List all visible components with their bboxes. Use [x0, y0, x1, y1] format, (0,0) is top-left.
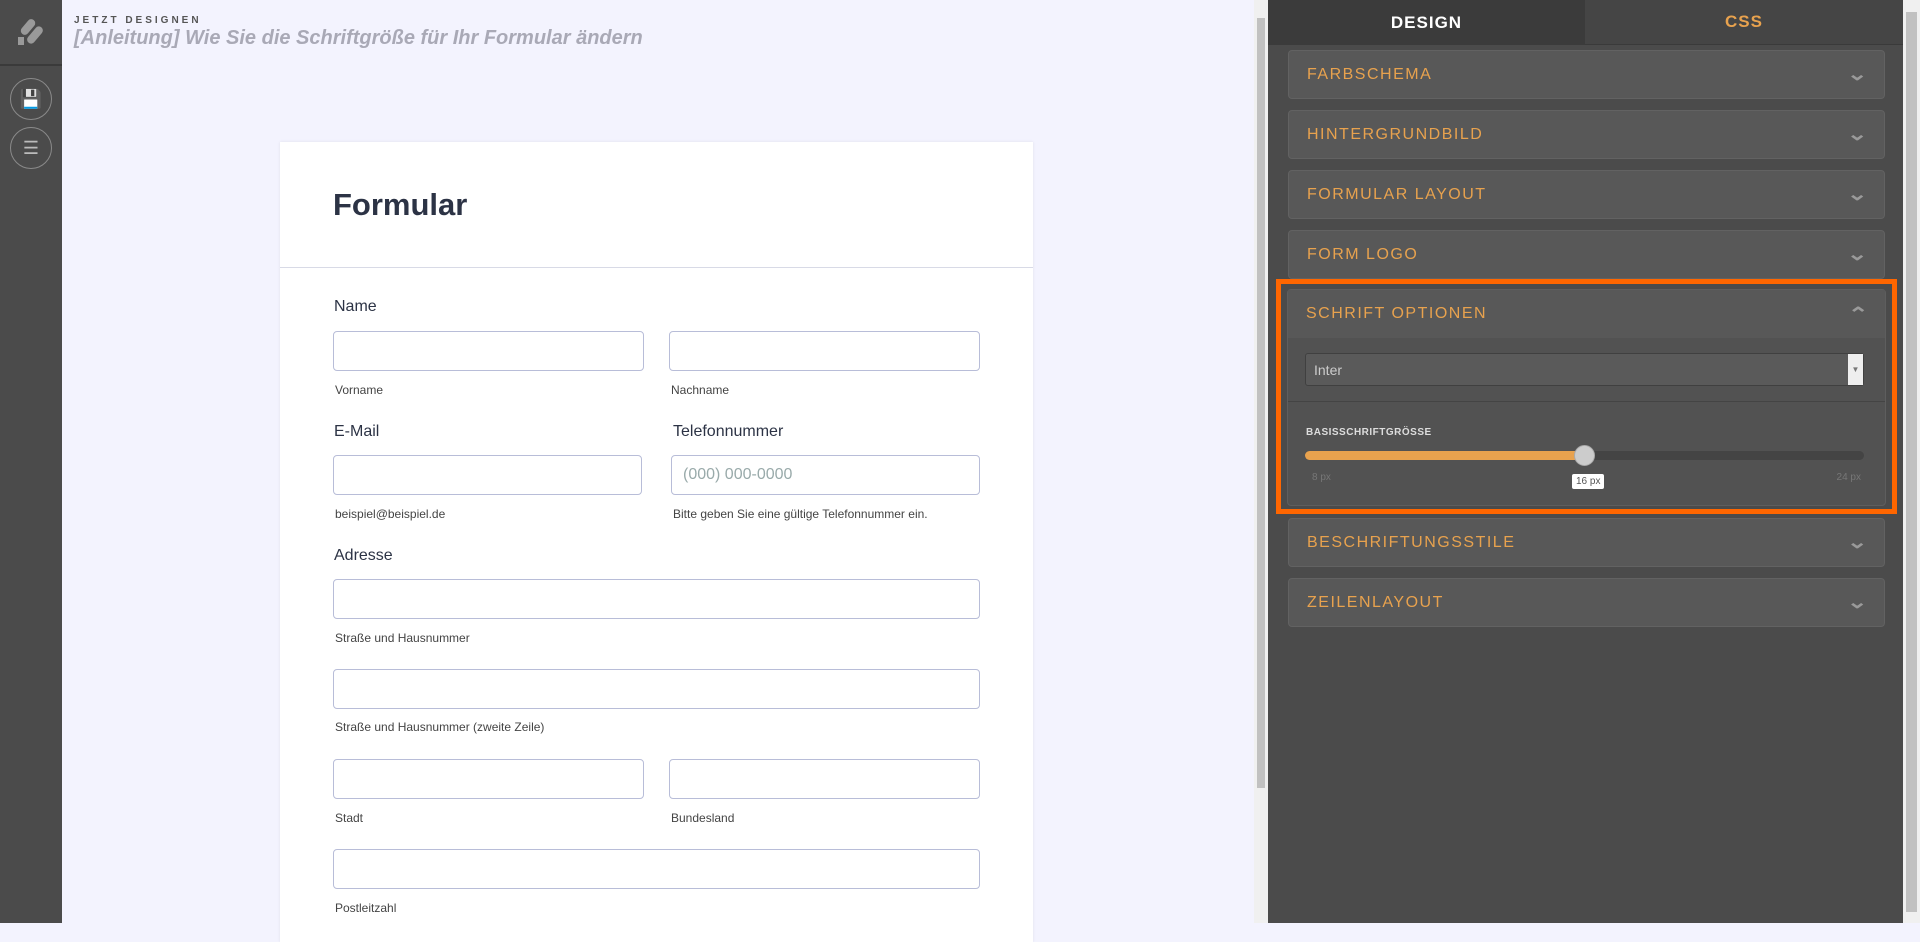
chevron-down-icon: ⌄ — [1847, 592, 1871, 612]
address-label: Adresse — [334, 547, 393, 564]
form-card: Formular Name Vorname Nachname E-Mail Te… — [280, 142, 1033, 942]
chevron-down-icon: ⌄ — [1847, 244, 1871, 264]
street-sublabel: Straße und Hausnummer — [335, 631, 470, 645]
tab-css[interactable]: CSS — [1585, 0, 1903, 45]
section-farbschema[interactable]: FARBSCHEMA ⌄ — [1288, 50, 1885, 99]
last-name-input[interactable] — [669, 331, 980, 371]
zip-input[interactable] — [333, 849, 980, 889]
section-title: BESCHRIFTUNGSSTILE — [1307, 533, 1516, 551]
name-label: Name — [334, 298, 377, 315]
chevron-down-icon: ⌄ — [1847, 184, 1871, 204]
save-icon: 💾 — [19, 88, 43, 109]
phone-label: Telefonnummer — [673, 423, 784, 440]
chevron-down-icon: ⌄ — [1847, 532, 1871, 552]
email-input[interactable] — [333, 455, 642, 495]
menu-button[interactable]: ☰ — [10, 127, 52, 169]
section-title: ZEILENLAYOUT — [1307, 593, 1444, 611]
section-title: FORMULAR LAYOUT — [1307, 185, 1487, 203]
section-title: HINTERGRUNDBILD — [1307, 125, 1484, 143]
section-title: FARBSCHEMA — [1307, 65, 1433, 83]
form-name-title[interactable]: [Anleitung] Wie Sie die Schriftgröße für… — [74, 27, 643, 50]
street2-input[interactable] — [333, 669, 980, 709]
chevron-down-icon: ⌄ — [1847, 124, 1871, 144]
phone-input[interactable]: (000) 000-0000 — [671, 455, 980, 495]
email-label: E-Mail — [334, 423, 380, 440]
highlight-outline — [1276, 279, 1897, 514]
left-toolbar: 💾 ☰ — [0, 0, 62, 923]
section-formular-layout[interactable]: FORMULAR LAYOUT ⌄ — [1288, 170, 1885, 219]
phone-sublabel: Bitte geben Sie eine gültige Telefonnumm… — [673, 507, 928, 521]
tab-design[interactable]: DESIGN — [1268, 0, 1585, 45]
section-beschriftungsstile[interactable]: BESCHRIFTUNGSSTILE ⌄ — [1288, 518, 1885, 567]
first-name-sublabel: Vorname — [335, 383, 384, 397]
last-name-sublabel: Nachname — [671, 383, 730, 397]
panel-scrollbar-thumb[interactable] — [1906, 12, 1917, 912]
kicker: JETZT DESIGNEN — [74, 15, 202, 26]
section-title: FORM LOGO — [1307, 245, 1419, 263]
street-input[interactable] — [333, 579, 980, 619]
city-sublabel: Stadt — [335, 811, 364, 825]
state-input[interactable] — [669, 759, 980, 799]
divider — [280, 267, 1033, 268]
section-hintergrundbild[interactable]: HINTERGRUNDBILD ⌄ — [1288, 110, 1885, 159]
logo-icon[interactable] — [0, 0, 62, 66]
city-input[interactable] — [333, 759, 644, 799]
menu-icon: ☰ — [22, 137, 40, 158]
phone-placeholder: (000) 000-0000 — [683, 466, 793, 483]
section-zeilenlayout[interactable]: ZEILENLAYOUT ⌄ — [1288, 578, 1885, 627]
section-form-logo[interactable]: FORM LOGO ⌄ — [1288, 230, 1885, 279]
state-sublabel: Bundesland — [671, 811, 735, 825]
first-name-input[interactable] — [333, 331, 644, 371]
email-sublabel: beispiel@beispiel.de — [335, 507, 446, 521]
chevron-down-icon: ⌄ — [1847, 64, 1871, 84]
zip-sublabel: Postleitzahl — [335, 901, 397, 915]
canvas-scrollbar-thumb[interactable] — [1257, 18, 1265, 788]
save-button[interactable]: 💾 — [10, 78, 52, 120]
street2-sublabel: Straße und Hausnummer (zweite Zeile) — [335, 720, 545, 734]
form-heading[interactable]: Formular — [333, 187, 467, 223]
